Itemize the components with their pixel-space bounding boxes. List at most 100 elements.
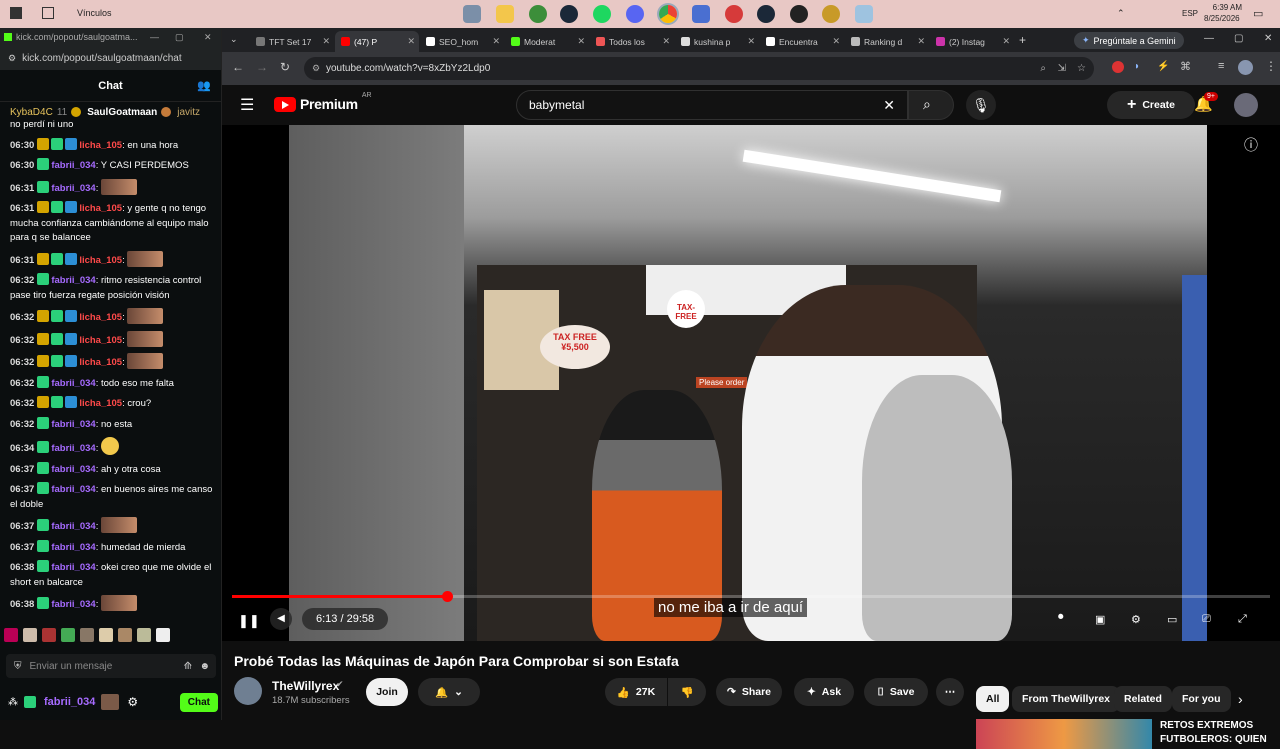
save-button[interactable]: ⌷ Save [864,678,928,706]
bookmark-star-icon[interactable]: ☆ [1077,63,1086,74]
file-explorer-icon[interactable] [496,5,514,23]
back-icon[interactable]: ← [232,60,244,74]
autoplay-toggle-icon[interactable]: ⏺ [1058,611,1064,624]
chat-username[interactable]: fabrii_034 [51,275,95,286]
browser-tab[interactable]: SEO_hom ✕ [420,31,504,52]
emote-picker-icon[interactable]: ⟰ [184,661,192,672]
close-icon[interactable]: ✕ [1264,33,1272,44]
chip[interactable]: All [976,686,1010,712]
subscription-bell-button[interactable]: 🔔 ⌄ [418,678,480,706]
browser-tab[interactable]: kushina p ✕ [675,31,759,52]
chevron-right-icon[interactable]: › [1238,691,1243,707]
profile-avatar[interactable] [1238,60,1253,75]
close-tab-icon[interactable]: ✕ [832,36,840,47]
app-icon-3[interactable] [725,5,743,23]
progress-scrubber[interactable] [441,591,453,602]
chat-username[interactable]: fabrii_034 [51,521,95,532]
settings-users-icon[interactable]: ⁂ [8,697,18,708]
gear-icon[interactable]: ⚙ [127,695,138,709]
browser-tab[interactable]: (47) P ✕ [335,31,419,52]
site-settings-icon[interactable]: ⚙ [8,53,16,64]
emote-icon[interactable] [99,628,113,642]
recommendation-thumbnail[interactable] [976,719,1152,749]
language-indicator[interactable]: ESP [1182,9,1198,18]
reload-icon[interactable]: ↻ [280,60,290,74]
miniplayer-icon[interactable]: ▭ [1167,613,1177,626]
chat-username[interactable]: fabrii_034 [51,419,95,430]
extensions-puzzle-icon[interactable]: ⌘ [1180,60,1191,73]
chat-username[interactable]: fabrii_034 [51,464,95,475]
chat-username[interactable]: fabrii_034 [51,183,95,194]
account-avatar[interactable] [1234,93,1258,117]
install-icon[interactable]: ⇲ [1058,63,1066,74]
app-icon-6[interactable] [855,5,873,23]
browser-tab[interactable]: Encuentra ✕ [760,31,844,52]
recommendation-title[interactable]: RETOS EXTREMOS [1160,720,1253,731]
close-tab-icon[interactable]: ✕ [577,36,585,47]
chat-username[interactable]: licha_105 [79,255,122,266]
emote-icon[interactable] [137,628,151,642]
close-tab-icon[interactable]: ✕ [492,36,500,47]
extension-icon[interactable]: ⚡ [1157,61,1169,72]
join-button[interactable]: Join [366,678,408,706]
tray-chevron-icon[interactable]: ⌃ [1117,8,1125,19]
chat-username[interactable]: licha_105 [79,398,122,409]
close-tab-icon[interactable]: ✕ [322,36,330,47]
spotify-icon[interactable] [593,5,611,23]
address-url[interactable]: youtube.com/watch?v=8xZbYz2Ldp0 [326,63,490,74]
app-icon-2[interactable] [692,5,710,23]
kick-url[interactable]: kick.com/popout/saulgoatmaan/chat [22,53,182,64]
captions-icon[interactable]: ▣ [1095,613,1105,626]
chat-username[interactable]: fabrii_034 [51,378,95,389]
maximize-icon[interactable]: ▢ [175,32,184,43]
kick-url-bar[interactable]: ⚙ kick.com/popout/saulgoatmaan/chat [0,46,221,70]
pinned-user[interactable]: javitz [177,107,200,118]
xbox-icon[interactable] [529,5,547,23]
chrome-icon[interactable] [659,5,677,23]
hamburger-menu-icon[interactable]: ☰ [240,95,254,115]
chat-username[interactable]: licha_105 [79,312,122,323]
search-input[interactable]: babymetal ✕ [516,90,908,120]
address-bar[interactable]: ⚙ youtube.com/watch?v=8xZbYz2Ldp0 ⌕ ⇲ ☆ [304,57,1094,80]
like-button[interactable]: 👍 27K [605,678,667,706]
chat-username[interactable]: fabrii_034 [51,542,95,553]
menu-icon[interactable]: ⋮ [1265,59,1277,73]
info-icon[interactable]: ⓘ [1244,135,1258,155]
search-value[interactable]: babymetal [529,98,584,112]
ask-button[interactable]: ✦ Ask [794,678,854,706]
browser-tab[interactable]: Moderat ✕ [505,31,589,52]
channel-name[interactable]: TheWillyrex [272,679,339,693]
chat-username[interactable]: licha_105 [79,140,122,151]
start-icon[interactable] [10,7,22,19]
pinned-user[interactable]: SaulGoatmaan [87,107,157,118]
emote-icon[interactable] [23,628,37,642]
browser-tab[interactable]: TFT Set 17 ✕ [250,31,334,52]
chip[interactable]: From TheWillyrex [1012,686,1121,712]
message-input[interactable]: ⛨ Enviar un mensaje ⟰ ☻ [6,654,216,678]
emote-icon[interactable] [118,628,132,642]
emote-icon[interactable] [61,628,75,642]
app-icon[interactable] [463,5,481,23]
emote-icon[interactable] [156,628,170,642]
channel-avatar[interactable] [234,677,262,705]
site-info-icon[interactable]: ⚙ [312,63,320,74]
minimize-icon[interactable]: — [150,32,159,42]
close-icon[interactable]: ✕ [204,32,212,43]
app-icon-5[interactable] [822,5,840,23]
emote-icon[interactable] [80,628,94,642]
recommendation-title[interactable]: FUTBOLEROS: QUIEN [1160,734,1267,745]
chat-username[interactable]: licha_105 [79,203,122,214]
pinned-user[interactable]: KybaD4C [10,107,53,118]
chat-username[interactable]: licha_105 [79,335,122,346]
fullscreen-icon[interactable]: ⤢ [1238,613,1247,626]
chip[interactable]: Related [1114,686,1172,712]
extension-icon[interactable] [1112,61,1124,73]
tab-search-icon[interactable]: ⌄ [230,34,238,45]
progress-bar[interactable] [232,591,1270,602]
maximize-icon[interactable]: ▢ [1234,33,1243,44]
close-tab-icon[interactable]: ✕ [917,36,925,47]
notification-icon[interactable]: ▭ [1253,7,1263,20]
dislike-button[interactable]: 👎 [668,678,706,706]
minimize-icon[interactable]: — [1204,33,1214,44]
emoji-icon[interactable]: ☻ [199,661,210,672]
